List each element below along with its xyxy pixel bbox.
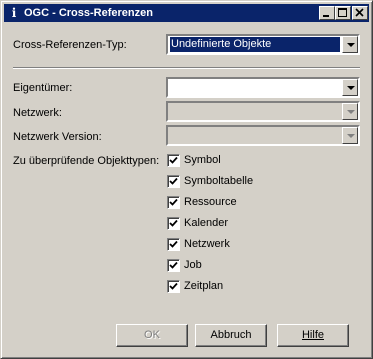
- chevron-down-icon: [347, 43, 355, 47]
- cancel-button[interactable]: Abbruch: [195, 324, 267, 347]
- checkmark-icon: [169, 177, 178, 185]
- network-label: Netzwerk:: [13, 107, 62, 119]
- chevron-down-icon: [347, 134, 355, 138]
- title-bar[interactable]: i OGC - Cross-Referenzen: [4, 4, 369, 22]
- help-button[interactable]: Hilfe: [277, 324, 349, 347]
- checkmark-icon: [169, 240, 178, 248]
- checkbox-label: Symboltabelle: [184, 175, 254, 187]
- checkbox-box[interactable]: [167, 217, 180, 230]
- window-title: OGC - Cross-Referenzen: [24, 7, 153, 19]
- network-version-label: Netzwerk Version:: [13, 131, 102, 143]
- network-dropdown[interactable]: [166, 101, 360, 122]
- checkbox-box[interactable]: [167, 196, 180, 209]
- network-version-dropdown-value: [170, 128, 340, 143]
- checkbox-box[interactable]: [167, 154, 180, 167]
- network-dropdown-button[interactable]: [342, 103, 358, 120]
- checkbox-box[interactable]: [167, 259, 180, 272]
- close-button[interactable]: [352, 6, 368, 20]
- type-dropdown-button[interactable]: [342, 36, 358, 53]
- maximize-icon: [338, 8, 347, 17]
- owner-dropdown-value: [170, 80, 340, 95]
- checkbox-label: Ressource: [184, 196, 237, 208]
- object-types-label: Zu überprüfende Objekttypen:: [13, 155, 160, 167]
- maximize-button[interactable]: [335, 6, 351, 20]
- checkmark-icon: [169, 219, 178, 227]
- ok-button[interactable]: OK: [116, 324, 188, 347]
- checkbox-label: Zeitplan: [184, 280, 224, 292]
- separator: [13, 67, 360, 69]
- owner-dropdown-button[interactable]: [342, 79, 358, 96]
- info-icon: i: [11, 6, 17, 20]
- type-label: Cross-Referenzen-Typ:: [13, 39, 127, 51]
- owner-dropdown[interactable]: [166, 77, 360, 98]
- checkbox-box[interactable]: [167, 280, 180, 293]
- type-dropdown-value: Undefinierte Objekte: [170, 37, 340, 52]
- checkbox-label: Netzwerk: [184, 238, 230, 250]
- network-version-dropdown-button[interactable]: [342, 127, 358, 144]
- chevron-down-icon: [347, 110, 355, 114]
- network-version-dropdown[interactable]: [166, 125, 360, 146]
- network-dropdown-value: [170, 104, 340, 119]
- checkmark-icon: [169, 156, 178, 164]
- checkbox-box[interactable]: [167, 175, 180, 188]
- checkbox-box[interactable]: [167, 238, 180, 251]
- minimize-button[interactable]: [319, 6, 335, 20]
- minimize-icon: [323, 15, 329, 17]
- checkbox-label: Symbol: [184, 154, 221, 166]
- type-dropdown[interactable]: Undefinierte Objekte: [166, 34, 360, 55]
- dialog-window: i OGC - Cross-Referenzen Cross-Referenze…: [0, 0, 373, 359]
- checkmark-icon: [169, 261, 178, 269]
- close-icon: [355, 8, 364, 17]
- chevron-down-icon: [347, 86, 355, 90]
- help-button-label: Hilfe: [301, 329, 324, 341]
- owner-label: Eigentümer:: [13, 82, 73, 94]
- checkbox-label: Job: [184, 259, 202, 271]
- checkmark-icon: [169, 282, 178, 290]
- checkmark-icon: [169, 198, 178, 206]
- checkbox-label: Kalender: [184, 217, 229, 229]
